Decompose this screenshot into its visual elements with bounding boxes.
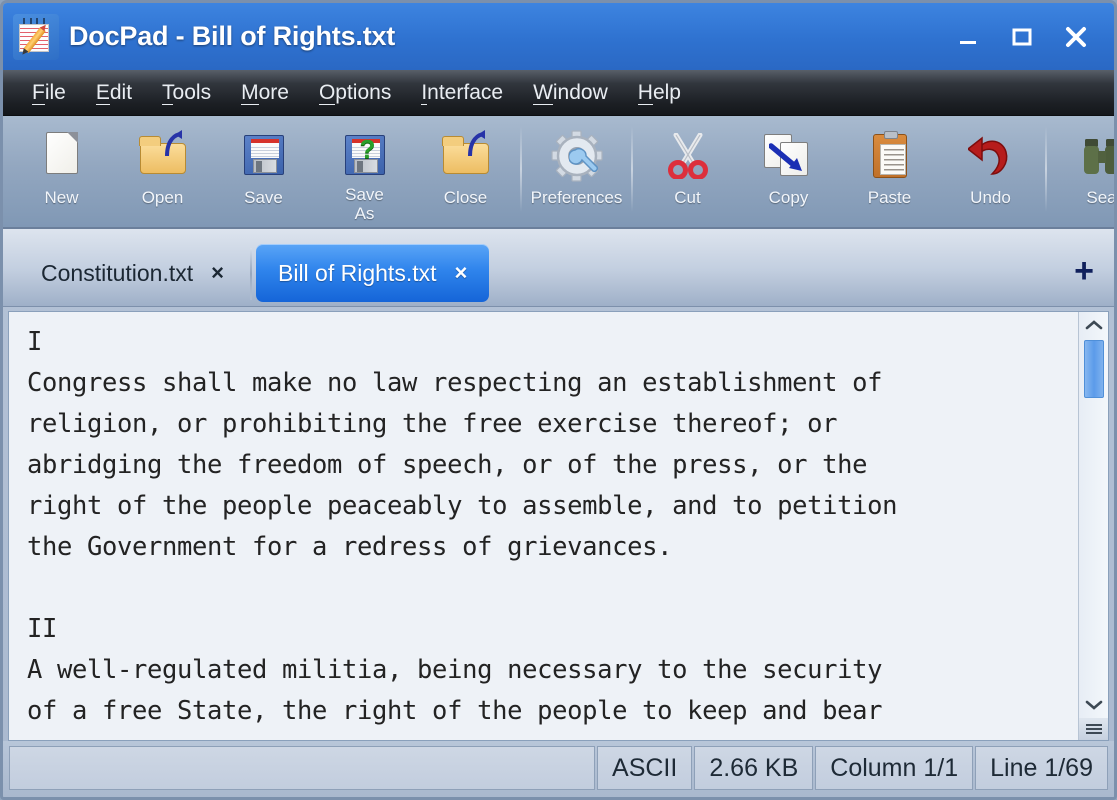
status-encoding: ASCII [597,746,693,790]
minimize-icon[interactable] [944,14,992,60]
status-column: Column 1/1 [815,746,974,790]
tab-bar: Constitution.txt × Bill of Rights.txt × … [3,229,1114,307]
toolbar-label-line1: Save [345,184,384,204]
toolbar-label: Preferences [530,188,623,207]
toolbar-button-preferences[interactable]: Preferences [526,124,627,224]
menu-item-edit[interactable]: Edit [81,77,147,109]
toolbar-label: Save [244,188,283,207]
toolbar-label: Save As [345,185,384,224]
menu-mnemonic: T [162,80,173,105]
undo-arrow-icon [965,130,1017,182]
editor-area: I Congress shall make no law respecting … [8,311,1109,741]
scroll-down-icon[interactable] [1079,692,1108,718]
toolbar-button-save-as[interactable]: ? Save As [314,124,415,224]
menu-item-help[interactable]: Help [623,77,696,109]
menu-label-rest: dit [109,80,133,104]
toolbar-label-line2: As [354,204,375,224]
toolbar-button-close[interactable]: Close [415,124,516,224]
close-icon[interactable] [1052,14,1100,60]
menu-mnemonic: F [32,80,45,105]
menu-label-rest: elp [652,80,681,104]
scrollbar-thumb[interactable] [1083,340,1104,398]
scrollbar-track[interactable] [1079,398,1108,692]
toolbar-button-new[interactable]: New [11,124,112,224]
tab-constitution[interactable]: Constitution.txt × [3,244,246,302]
menu-mnemonic: M [241,80,259,105]
floppy-disk-question-icon: ? [339,130,391,179]
toolbar-button-undo[interactable]: Undo [940,124,1041,224]
toolbar-button-cut[interactable]: Cut [637,124,738,224]
menu-item-interface[interactable]: Interface [406,77,518,109]
toolbar-button-open[interactable]: Open [112,124,213,224]
copy-pages-icon [763,130,815,182]
status-line: Line 1/69 [975,746,1108,790]
gear-wrench-icon [550,130,603,182]
text-editor[interactable]: I Congress shall make no law respecting … [9,312,1078,740]
close-folder-icon [440,130,492,182]
menu-item-file[interactable]: File [17,77,81,109]
menu-mnemonic: W [533,80,553,105]
toolbar-label: Cut [674,188,701,207]
title-bar: DocPad - Bill of Rights.txt [3,3,1114,70]
vertical-scrollbar[interactable] [1078,312,1108,740]
new-document-icon [36,130,88,182]
docpad-window: DocPad - Bill of Rights.txt File Edit To… [0,0,1117,800]
toolbar-button-copy[interactable]: Copy [738,124,839,224]
menu-bar: File Edit Tools More Options Interface W… [3,70,1114,116]
toolbar-label: Sea [1086,188,1114,207]
menu-item-tools[interactable]: Tools [147,77,226,109]
menu-mnemonic: H [637,80,653,105]
menu-mnemonic: E [95,80,110,105]
clipboard-icon [864,130,916,182]
status-filesize: 2.66 KB [694,746,814,790]
new-tab-button[interactable]: + [1074,254,1100,306]
notepad-pencil-icon [13,13,59,60]
tab-close-icon[interactable]: × [211,262,224,284]
status-message [9,746,596,790]
menu-label-rest: indow [552,80,608,104]
toolbar-separator [1045,126,1047,212]
menu-mnemonic: O [318,80,336,105]
toolbar-label: Undo [970,188,1011,207]
tab-label: Bill of Rights.txt [278,259,437,286]
menu-label-rest: ptions [335,80,392,104]
open-folder-icon [137,130,189,182]
tab-bill-of-rights[interactable]: Bill of Rights.txt × [256,244,490,302]
tab-divider [250,248,252,300]
toolbar-label: Copy [768,188,809,207]
toolbar-label: Close [443,188,488,207]
tab-label: Constitution.txt [41,259,194,286]
menu-label-rest: ore [258,80,289,104]
scroll-up-icon[interactable] [1079,312,1108,338]
toolbar-label: New [44,188,79,207]
toolbar-separator [520,126,522,212]
menu-label-rest: ile [44,80,66,104]
menu-item-window[interactable]: Window [518,77,623,109]
status-bar: ASCII 2.66 KB Column 1/1 Line 1/69 [3,741,1114,797]
menu-item-more[interactable]: More [226,77,304,109]
menu-label-rest: ools [172,80,212,104]
window-controls [944,14,1100,60]
toolbar-button-save[interactable]: Save [213,124,314,224]
binoculars-search-icon [1076,130,1114,182]
maximize-icon[interactable] [998,14,1046,60]
toolbar-separator [631,126,633,212]
tab-close-icon[interactable]: × [455,262,468,284]
toolbar: New Open Save ? Save As Close Preference… [3,116,1114,229]
menu-label-rest: nterface [427,80,504,104]
floppy-disk-icon [238,130,290,182]
toolbar-label: Paste [867,188,912,207]
menu-item-options[interactable]: Options [304,77,406,109]
scissors-icon [662,130,714,182]
toolbar-label: Open [141,188,184,207]
resize-grip-icon[interactable] [1079,718,1108,740]
window-title: DocPad - Bill of Rights.txt [69,21,396,51]
toolbar-button-paste[interactable]: Paste [839,124,940,224]
toolbar-button-search[interactable]: Sea [1051,124,1114,224]
